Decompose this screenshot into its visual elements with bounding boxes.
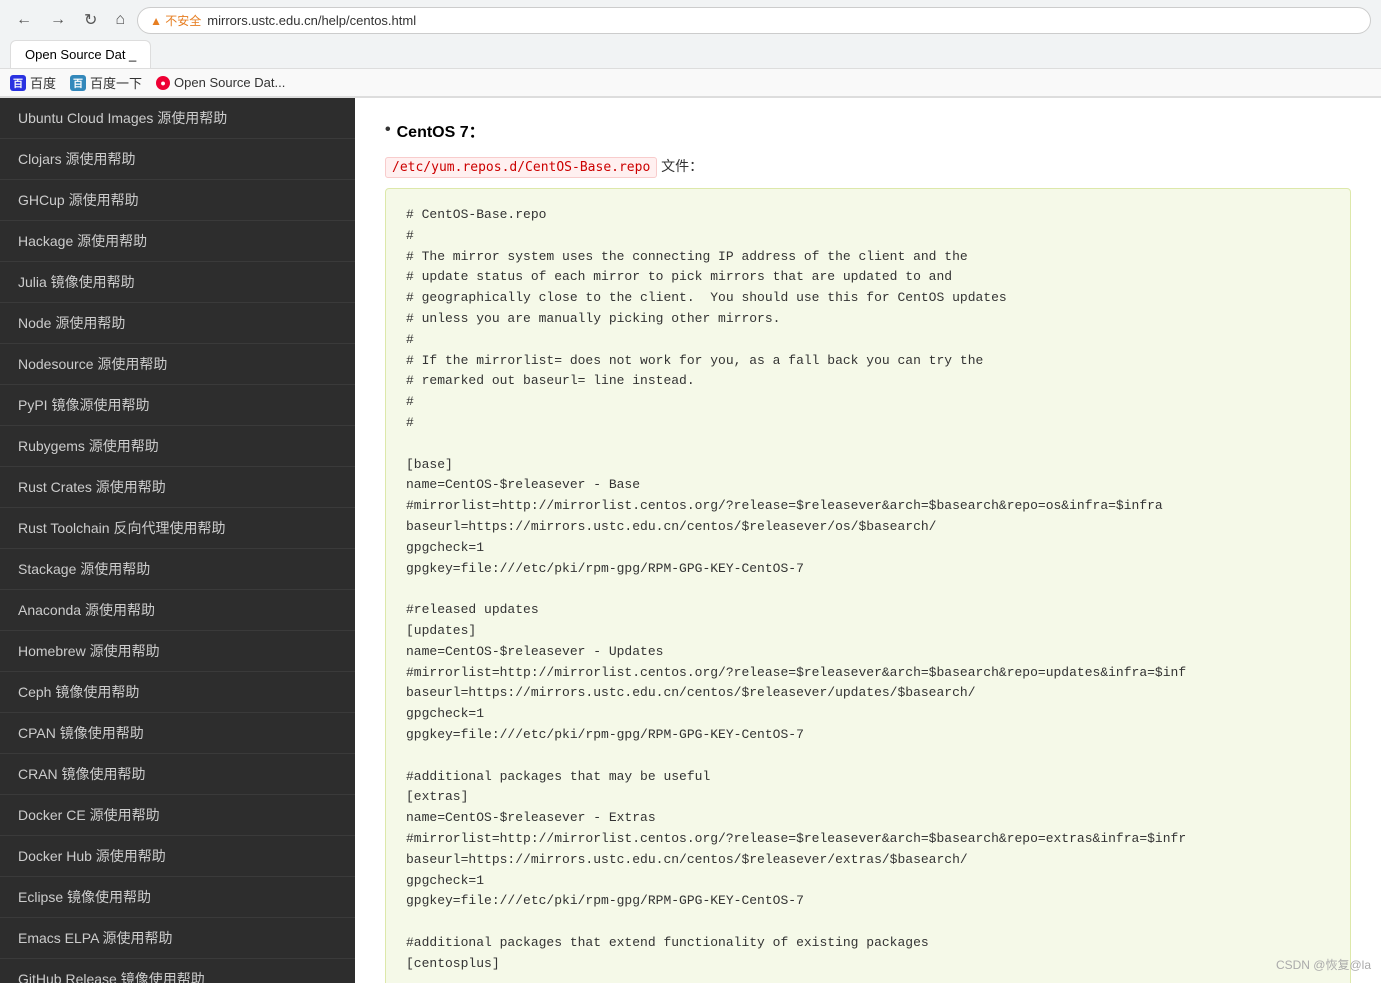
bookmark-baidu2-label: 百度一下	[90, 73, 142, 92]
back-button[interactable]: ←	[10, 7, 38, 33]
open-source-icon: ●	[156, 76, 170, 90]
sidebar-item-rubygems[interactable]: Rubygems 源使用帮助	[0, 426, 355, 467]
tab-label: Open Source Dat _	[25, 47, 136, 62]
centos7-label: CentOS 7：	[397, 118, 485, 142]
nav-bar: ← → ↻ ⌂ ▲ 不安全 mirrors.ustc.edu.cn/help/c…	[0, 0, 1381, 40]
sidebar-item-emacs-elpa[interactable]: Emacs ELPA 源使用帮助	[0, 918, 355, 959]
url-text: mirrors.ustc.edu.cn/help/centos.html	[207, 13, 416, 28]
sidebar-item-rust-crates[interactable]: Rust Crates 源使用帮助	[0, 467, 355, 508]
sidebar-item-ceph[interactable]: Ceph 镜像使用帮助	[0, 672, 355, 713]
sidebar-item-pypi[interactable]: PyPI 镜像源使用帮助	[0, 385, 355, 426]
sidebar-item-julia[interactable]: Julia 镜像使用帮助	[0, 262, 355, 303]
bookmark-baidu2[interactable]: 百 百度一下	[70, 73, 142, 92]
tab-open-source[interactable]: Open Source Dat _	[10, 40, 151, 68]
sidebar-item-homebrew[interactable]: Homebrew 源使用帮助	[0, 631, 355, 672]
sidebar-item-cran[interactable]: CRAN 镜像使用帮助	[0, 754, 355, 795]
sidebar-item-rust-toolchain[interactable]: Rust Toolchain 反向代理使用帮助	[0, 508, 355, 549]
address-bar[interactable]: ▲ 不安全 mirrors.ustc.edu.cn/help/centos.ht…	[137, 7, 1371, 34]
bookmark-open-source[interactable]: ● Open Source Dat...	[156, 75, 285, 90]
file-label: 文件：	[661, 158, 703, 174]
file-path: /etc/yum.repos.d/CentOS-Base.repo	[385, 157, 657, 178]
sidebar-item-cpan[interactable]: CPAN 镜像使用帮助	[0, 713, 355, 754]
sidebar-item-node[interactable]: Node 源使用帮助	[0, 303, 355, 344]
file-ref-line: /etc/yum.repos.d/CentOS-Base.repo 文件：	[385, 156, 1351, 176]
sidebar-item-hackage[interactable]: Hackage 源使用帮助	[0, 221, 355, 262]
code-block: # CentOS-Base.repo # # The mirror system…	[385, 188, 1351, 983]
sidebar-item-stackage[interactable]: Stackage 源使用帮助	[0, 549, 355, 590]
sidebar-item-ghcup[interactable]: GHCup 源使用帮助	[0, 180, 355, 221]
forward-button[interactable]: →	[44, 7, 72, 33]
content-area: CentOS 7： /etc/yum.repos.d/CentOS-Base.r…	[355, 98, 1381, 983]
browser-chrome: ← → ↻ ⌂ ▲ 不安全 mirrors.ustc.edu.cn/help/c…	[0, 0, 1381, 98]
watermark: CSDN @恢复@la	[1276, 956, 1371, 973]
sidebar-item-ubuntu-cloud[interactable]: Ubuntu Cloud Images 源使用帮助	[0, 98, 355, 139]
sidebar-item-eclipse[interactable]: Eclipse 镜像使用帮助	[0, 877, 355, 918]
home-button[interactable]: ⌂	[109, 7, 131, 33]
baidu2-icon: 百	[70, 75, 86, 91]
centos7-section: CentOS 7： /etc/yum.repos.d/CentOS-Base.r…	[385, 118, 1351, 983]
sidebar: Ubuntu Cloud Images 源使用帮助 Clojars 源使用帮助 …	[0, 98, 355, 983]
bookmark-baidu-label: 百度	[30, 73, 56, 92]
sidebar-item-anaconda[interactable]: Anaconda 源使用帮助	[0, 590, 355, 631]
centos7-title: CentOS 7：	[385, 118, 1351, 142]
sidebar-item-docker-ce[interactable]: Docker CE 源使用帮助	[0, 795, 355, 836]
sidebar-item-docker-hub[interactable]: Docker Hub 源使用帮助	[0, 836, 355, 877]
tabs-bar: Open Source Dat _	[0, 40, 1381, 69]
sidebar-item-nodesource[interactable]: Nodesource 源使用帮助	[0, 344, 355, 385]
bookmark-baidu[interactable]: 百 百度	[10, 73, 56, 92]
main-area: Ubuntu Cloud Images 源使用帮助 Clojars 源使用帮助 …	[0, 98, 1381, 983]
sidebar-item-clojars[interactable]: Clojars 源使用帮助	[0, 139, 355, 180]
bookmark-open-source-label: Open Source Dat...	[174, 75, 285, 90]
security-warning: ▲ 不安全	[150, 12, 201, 29]
sidebar-item-github-release[interactable]: GitHub Release 镜像使用帮助	[0, 959, 355, 983]
reload-button[interactable]: ↻	[78, 6, 103, 34]
baidu-icon: 百	[10, 75, 26, 91]
bookmarks-bar: 百 百度 百 百度一下 ● Open Source Dat...	[0, 69, 1381, 97]
